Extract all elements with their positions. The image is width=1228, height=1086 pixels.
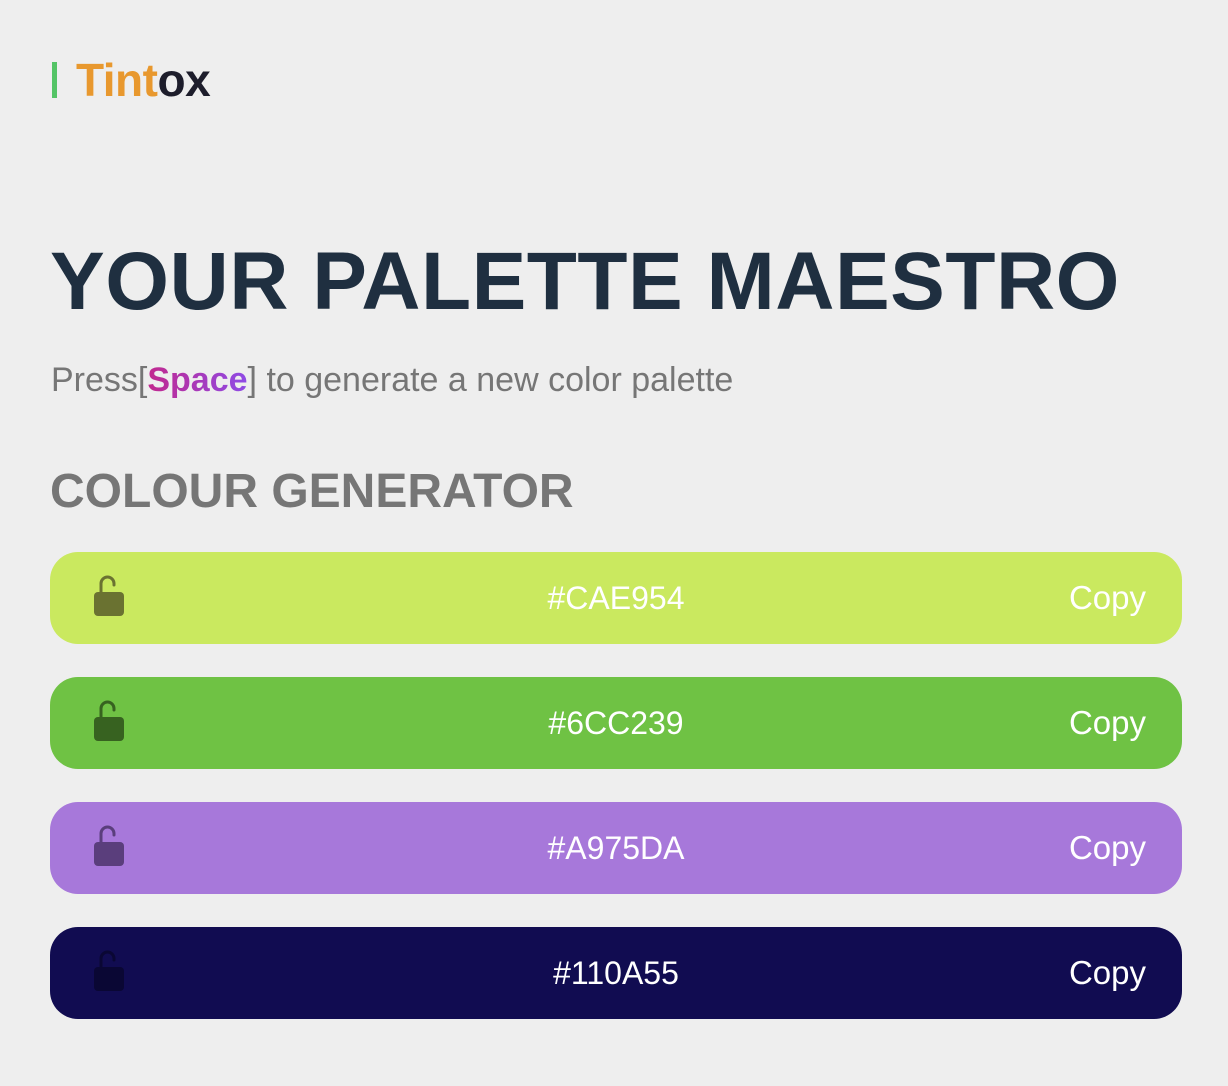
swatch-list: #CAE954 Copy #6CC239 Copy #A975DA Copy #… [50,552,1182,1052]
page-title: YOUR PALETTE MAESTRO [50,236,1120,327]
page-subtitle: Press[Space] to generate a new color pal… [51,360,733,400]
space-key-label: Space [147,361,248,399]
color-swatch-2: #6CC239 Copy [50,677,1182,769]
copy-button[interactable]: Copy [1069,677,1146,769]
color-swatch-3: #A975DA Copy [50,802,1182,894]
hex-code[interactable]: #A975DA [50,802,1182,894]
hex-code[interactable]: #CAE954 [50,552,1182,644]
logo-wordmark-accent: Tint [76,54,158,106]
logo-wordmark-rest: ox [157,54,211,106]
logo-bar [52,62,57,98]
subtitle-prefix: Press[ [51,361,148,399]
logo[interactable]: Tintox [52,54,211,106]
hex-code[interactable]: #110A55 [50,927,1182,1019]
section-title: COLOUR GENERATOR [50,465,574,518]
copy-button[interactable]: Copy [1069,552,1146,644]
copy-button[interactable]: Copy [1069,927,1146,1019]
subtitle-suffix: ] to generate a new color palette [247,361,734,399]
copy-button[interactable]: Copy [1069,802,1146,894]
color-swatch-1: #CAE954 Copy [50,552,1182,644]
logo-wordmark: Tintox [76,54,211,106]
color-swatch-4: #110A55 Copy [50,927,1182,1019]
hex-code[interactable]: #6CC239 [50,677,1182,769]
